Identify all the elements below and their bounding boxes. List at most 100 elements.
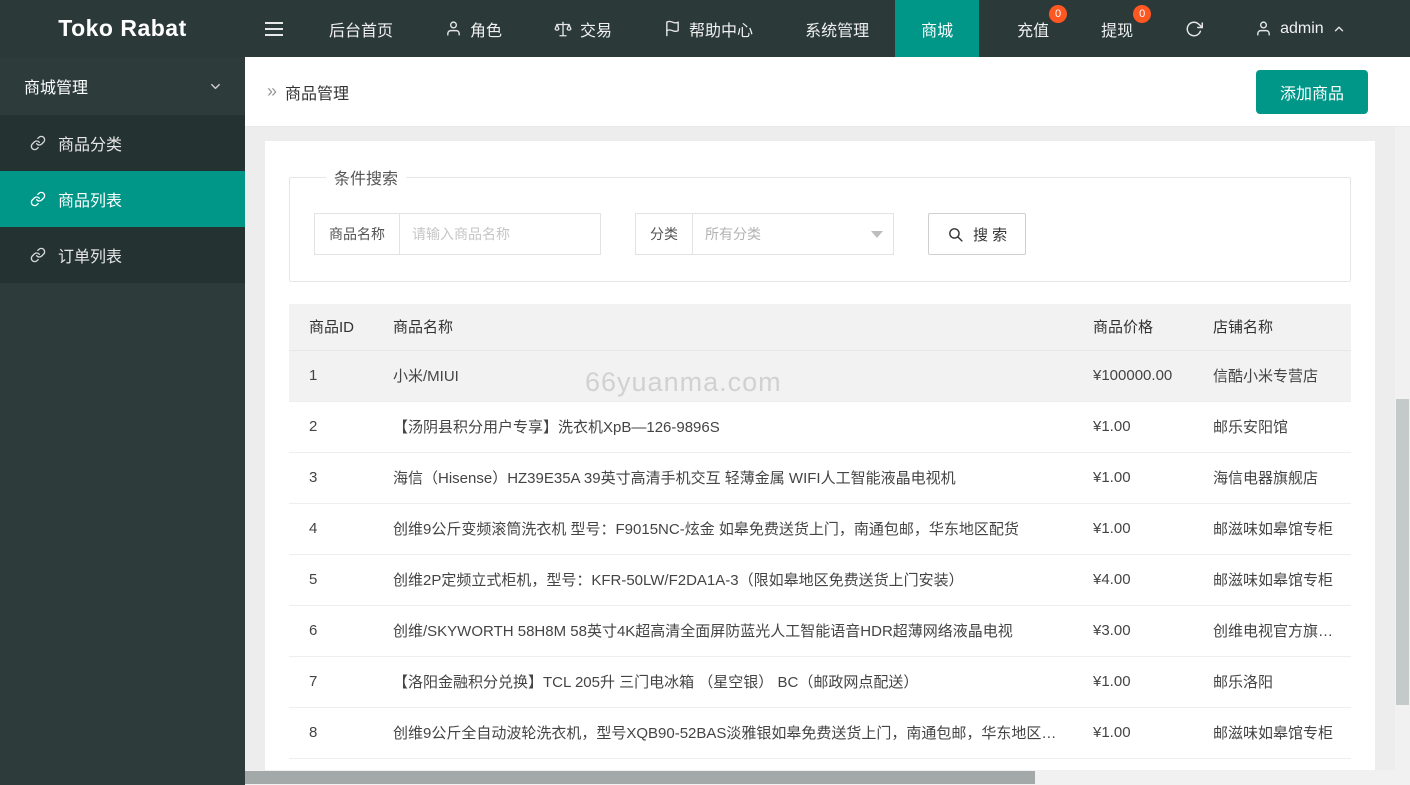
cell-shop-name: 海信电器旗舰店	[1193, 452, 1351, 503]
category-label: 分类	[636, 214, 693, 254]
table-row[interactable]: 4 创维9公斤变频滚筒洗衣机 型号：F9015NC-炫金 如皋免费送货上门，南通…	[289, 503, 1351, 554]
nav-spacer	[979, 0, 991, 57]
vertical-scrollbar-thumb[interactable]	[1396, 399, 1409, 705]
cell-shop-name: 邮乐安阳馆	[1193, 401, 1351, 452]
sidebar-item-label: 商品列表	[58, 187, 122, 211]
product-table: 商品ID 商品名称 商品价格 店铺名称 1 小米/MIUI ¥100000.00…	[289, 304, 1351, 759]
cell-product-name: 【洛阳金融积分兑换】TCL 205升 三门电冰箱 （星空银） BC（邮政网点配送…	[373, 656, 1073, 707]
cell-shop-name: 邮乐洛阳	[1193, 656, 1351, 707]
nav-item-recharge[interactable]: 充值 0	[991, 0, 1075, 57]
link-icon	[30, 247, 46, 263]
column-header-product-price: 商品价格	[1073, 304, 1193, 350]
category-selected-value: 所有分类	[705, 224, 761, 244]
cell-product-price: ¥3.00	[1073, 605, 1193, 656]
sidebar-section-label: 商城管理	[24, 74, 88, 98]
table-row[interactable]: 3 海信（Hisense）HZ39E35A 39英寸高清手机交互 轻薄金属 WI…	[289, 452, 1351, 503]
chevron-down-icon	[871, 231, 883, 238]
cell-product-id: 7	[289, 656, 373, 707]
table-row[interactable]: 2 【汤阴县积分用户专享】洗衣机XpB—126-9896S ¥1.00 邮乐安阳…	[289, 401, 1351, 452]
nav-item-label: 交易	[580, 17, 612, 41]
column-header-product-id: 商品ID	[289, 304, 373, 350]
nav-item-label: 系统管理	[805, 17, 869, 41]
cell-product-name: 创维9公斤全自动波轮洗衣机，型号XQB90-52BAS淡雅银如皋免费送货上门，南…	[373, 707, 1073, 758]
nav-item-label: 提现	[1101, 17, 1133, 41]
user-menu[interactable]: admin	[1229, 0, 1372, 57]
cell-product-name: 海信（Hisense）HZ39E35A 39英寸高清手机交互 轻薄金属 WIFI…	[373, 452, 1073, 503]
cell-product-price: ¥100000.00	[1073, 350, 1193, 401]
nav-item-help-center[interactable]: 帮助中心	[638, 0, 779, 57]
vertical-scrollbar[interactable]	[1395, 127, 1410, 770]
username-label: admin	[1280, 20, 1324, 38]
product-name-input[interactable]	[400, 214, 600, 254]
table-row[interactable]: 5 创维2P定频立式柜机，型号：KFR-50LW/F2DA1A-3（限如皋地区免…	[289, 554, 1351, 605]
table-row[interactable]: 6 创维/SKYWORTH 58H8M 58英寸4K超高清全面屏防蓝光人工智能语…	[289, 605, 1351, 656]
menu-toggle-button[interactable]	[245, 0, 303, 57]
refresh-button[interactable]	[1159, 0, 1229, 57]
search-icon	[947, 226, 964, 243]
nav-item-label: 帮助中心	[689, 17, 753, 41]
cell-shop-name: 邮滋味如皋馆专柜	[1193, 503, 1351, 554]
table-row[interactable]: 8 创维9公斤全自动波轮洗衣机，型号XQB90-52BAS淡雅银如皋免费送货上门…	[289, 707, 1351, 758]
cell-product-id: 8	[289, 707, 373, 758]
page-title: 商品管理	[285, 80, 349, 104]
cell-shop-name: 邮滋味如皋馆专柜	[1193, 554, 1351, 605]
cell-product-name: 小米/MIUI	[373, 350, 1073, 401]
nav-item-label: 商城	[921, 17, 953, 41]
sidebar: 商城管理 商品分类 商品列表	[0, 57, 245, 785]
nav-item-withdraw[interactable]: 提现 0	[1075, 0, 1159, 57]
cell-product-name: 【汤阴县积分用户专享】洗衣机XpB—126-9896S	[373, 401, 1073, 452]
horizontal-scrollbar[interactable]	[245, 770, 1410, 785]
table-header-row: 商品ID 商品名称 商品价格 店铺名称	[289, 304, 1351, 350]
category-select[interactable]: 所有分类	[693, 214, 893, 254]
horizontal-scrollbar-thumb[interactable]	[245, 771, 1035, 784]
nav-item-system[interactable]: 系统管理	[779, 0, 895, 57]
cell-product-price: ¥1.00	[1073, 452, 1193, 503]
brand-logo: Toko Rabat	[0, 0, 245, 57]
cell-shop-name: 邮滋味如皋馆专柜	[1193, 707, 1351, 758]
breadcrumb-separator-icon: »	[267, 81, 277, 102]
recharge-count-badge: 0	[1049, 5, 1067, 23]
breadcrumb: » 商品管理	[267, 80, 349, 104]
link-icon	[30, 135, 46, 151]
page-header: » 商品管理 添加商品	[245, 57, 1410, 127]
product-name-group: 商品名称	[314, 213, 601, 255]
person-icon	[445, 20, 462, 37]
cell-product-price: ¥4.00	[1073, 554, 1193, 605]
sidebar-item-label: 商品分类	[58, 131, 122, 155]
cell-product-price: ¥1.00	[1073, 503, 1193, 554]
sidebar-item-product-category[interactable]: 商品分类	[0, 115, 245, 171]
table-row[interactable]: 1 小米/MIUI ¥100000.00 信酷小米专营店	[289, 350, 1351, 401]
sidebar-item-order-list[interactable]: 订单列表	[0, 227, 245, 283]
product-list-card: 条件搜索 商品名称 分类 所有分类	[265, 141, 1375, 771]
person-icon	[1255, 20, 1272, 37]
sidebar-item-label: 订单列表	[58, 243, 122, 267]
cell-product-id: 2	[289, 401, 373, 452]
nav-item-mall[interactable]: 商城	[895, 0, 979, 57]
category-group: 分类 所有分类	[635, 213, 894, 255]
add-product-button[interactable]: 添加商品	[1256, 70, 1368, 114]
chevron-down-icon	[208, 79, 223, 94]
cell-product-id: 6	[289, 605, 373, 656]
sidebar-section-mall-management[interactable]: 商城管理	[0, 57, 245, 115]
table-row[interactable]: 7 【洛阳金融积分兑换】TCL 205升 三门电冰箱 （星空银） BC（邮政网点…	[289, 656, 1351, 707]
nav-item-label: 充值	[1017, 17, 1049, 41]
cell-product-price: ¥1.00	[1073, 401, 1193, 452]
top-navbar: Toko Rabat 后台首页 角色 交易	[0, 0, 1410, 57]
scales-icon	[554, 20, 572, 38]
cell-product-id: 5	[289, 554, 373, 605]
cell-product-id: 1	[289, 350, 373, 401]
search-button[interactable]: 搜 索	[928, 213, 1026, 255]
nav-item-roles[interactable]: 角色	[419, 0, 528, 57]
refresh-icon	[1185, 20, 1203, 38]
cell-shop-name: 创维电视官方旗舰店	[1193, 605, 1351, 656]
product-name-label: 商品名称	[315, 214, 400, 254]
cell-product-name: 创维9公斤变频滚筒洗衣机 型号：F9015NC-炫金 如皋免费送货上门，南通包邮…	[373, 503, 1073, 554]
sidebar-item-product-list[interactable]: 商品列表	[0, 171, 245, 227]
nav-item-home[interactable]: 后台首页	[303, 0, 419, 57]
column-header-product-name: 商品名称	[373, 304, 1073, 350]
nav-item-trade[interactable]: 交易	[528, 0, 638, 57]
cell-product-price: ¥1.00	[1073, 656, 1193, 707]
cell-product-price: ¥1.00	[1073, 707, 1193, 758]
withdraw-count-badge: 0	[1133, 5, 1151, 23]
search-panel: 条件搜索 商品名称 分类 所有分类	[289, 165, 1351, 282]
